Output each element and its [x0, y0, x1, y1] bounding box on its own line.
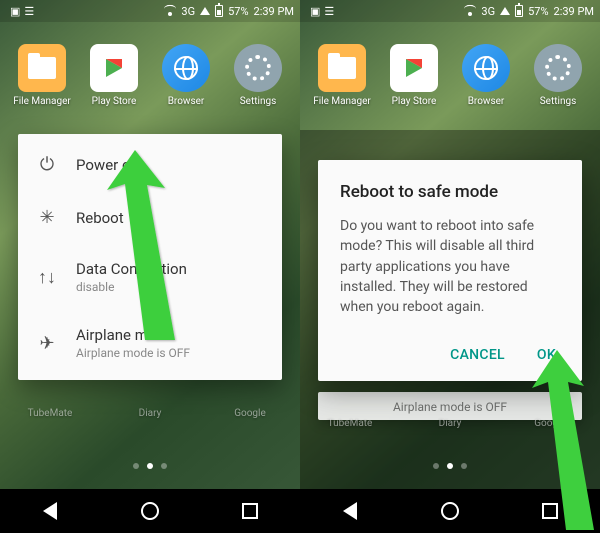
- back-button[interactable]: [339, 500, 361, 522]
- item-subtitle: Airplane mode is OFF: [76, 346, 264, 360]
- app-row: File Manager Play Store Browser Settings: [300, 44, 600, 107]
- play-store-icon: [90, 44, 138, 92]
- app-label: Diary: [418, 418, 482, 429]
- item-subtitle: disable: [76, 280, 264, 294]
- battery-icon: [515, 5, 523, 17]
- battery-pct: 57%: [228, 5, 248, 18]
- data-icon: ↑↓: [36, 267, 58, 288]
- notification-icon: ☰: [324, 5, 334, 18]
- gear-icon: [234, 44, 282, 92]
- app-row: File Manager Play Store Browser Settings: [0, 44, 300, 107]
- play-store-icon: [390, 44, 438, 92]
- folder-icon: [318, 44, 366, 92]
- bg-app-row: TubeMate Diary Google: [300, 418, 600, 429]
- item-title: Reboot: [76, 209, 264, 227]
- phone-right: ▣ ☰ 3G 57% 2:39 PM File Manager Play Sto…: [300, 0, 600, 533]
- item-title: Airplane mode: [76, 326, 264, 344]
- signal-icon: [200, 7, 210, 15]
- app-browser[interactable]: Browser: [454, 44, 518, 107]
- cancel-button[interactable]: CANCEL: [446, 339, 509, 371]
- app-settings[interactable]: Settings: [526, 44, 590, 107]
- app-play-store[interactable]: Play Store: [382, 44, 446, 107]
- dialog-title: Reboot to safe mode: [340, 182, 560, 202]
- data-connection-item[interactable]: ↑↓ Data Connection disable: [18, 244, 282, 310]
- recents-button[interactable]: [239, 500, 261, 522]
- back-button[interactable]: [39, 500, 61, 522]
- power-off-item[interactable]: ⏻ Power off: [18, 138, 282, 191]
- battery-icon: [215, 5, 223, 17]
- status-bar: ▣ ☰ 3G 57% 2:39 PM: [300, 0, 600, 22]
- ok-button[interactable]: OK: [533, 339, 560, 371]
- nav-bar: [300, 489, 600, 533]
- battery-pct: 57%: [528, 5, 548, 18]
- app-label: Play Store: [82, 96, 146, 107]
- app-label: TubeMate: [18, 408, 82, 419]
- nav-bar: [0, 489, 300, 533]
- home-button[interactable]: [139, 500, 161, 522]
- home-button[interactable]: [439, 500, 461, 522]
- item-title: Power off: [76, 156, 264, 174]
- power-menu: ⏻ Power off ✳ Reboot ↑↓ Data Connection …: [18, 134, 282, 380]
- reboot-icon: ✳: [36, 207, 58, 228]
- app-label: Diary: [118, 408, 182, 419]
- app-browser[interactable]: Browser: [154, 44, 218, 107]
- app-settings[interactable]: Settings: [226, 44, 290, 107]
- app-label: TubeMate: [318, 418, 382, 429]
- app-label: Browser: [154, 96, 218, 107]
- phone-left: ▣ ☰ 3G 57% 2:39 PM File Manager Play Sto…: [0, 0, 300, 533]
- notification-icon: ▣: [310, 5, 320, 18]
- network-label: 3G: [481, 5, 495, 18]
- airplane-mode-item[interactable]: ✈ Airplane mode Airplane mode is OFF: [18, 310, 282, 376]
- power-menu-peek: Airplane mode is OFF: [318, 392, 582, 420]
- page-indicator: [300, 463, 600, 469]
- status-bar: ▣ ☰ 3G 57% 2:39 PM: [0, 0, 300, 22]
- clock: 2:39 PM: [554, 5, 594, 18]
- app-file-manager[interactable]: File Manager: [310, 44, 374, 107]
- notification-icon: ▣: [10, 5, 20, 18]
- app-label: File Manager: [310, 96, 374, 107]
- app-label: Google: [218, 408, 282, 419]
- wifi-icon: [464, 6, 476, 16]
- app-label: Settings: [526, 96, 590, 107]
- recents-button[interactable]: [539, 500, 561, 522]
- app-label: File Manager: [10, 96, 74, 107]
- power-icon: ⏻: [36, 154, 58, 175]
- app-label: Browser: [454, 96, 518, 107]
- app-label: Google: [518, 418, 582, 429]
- dialog-body: Do you want to reboot into safe mode? Th…: [340, 216, 560, 317]
- reboot-item[interactable]: ✳ Reboot: [18, 191, 282, 244]
- bg-app-row: TubeMate Diary Google: [0, 408, 300, 419]
- gear-icon: [534, 44, 582, 92]
- clock: 2:39 PM: [254, 5, 294, 18]
- airplane-icon: ✈: [36, 333, 58, 354]
- network-label: 3G: [181, 5, 195, 18]
- globe-icon: [162, 44, 210, 92]
- folder-icon: [18, 44, 66, 92]
- app-label: Play Store: [382, 96, 446, 107]
- page-indicator: [0, 463, 300, 469]
- safe-mode-dialog: Reboot to safe mode Do you want to reboo…: [318, 160, 582, 381]
- app-play-store[interactable]: Play Store: [82, 44, 146, 107]
- item-title: Data Connection: [76, 260, 264, 278]
- app-file-manager[interactable]: File Manager: [10, 44, 74, 107]
- wifi-icon: [164, 6, 176, 16]
- notification-icon: ☰: [24, 5, 34, 18]
- signal-icon: [500, 7, 510, 15]
- globe-icon: [462, 44, 510, 92]
- app-label: Settings: [226, 96, 290, 107]
